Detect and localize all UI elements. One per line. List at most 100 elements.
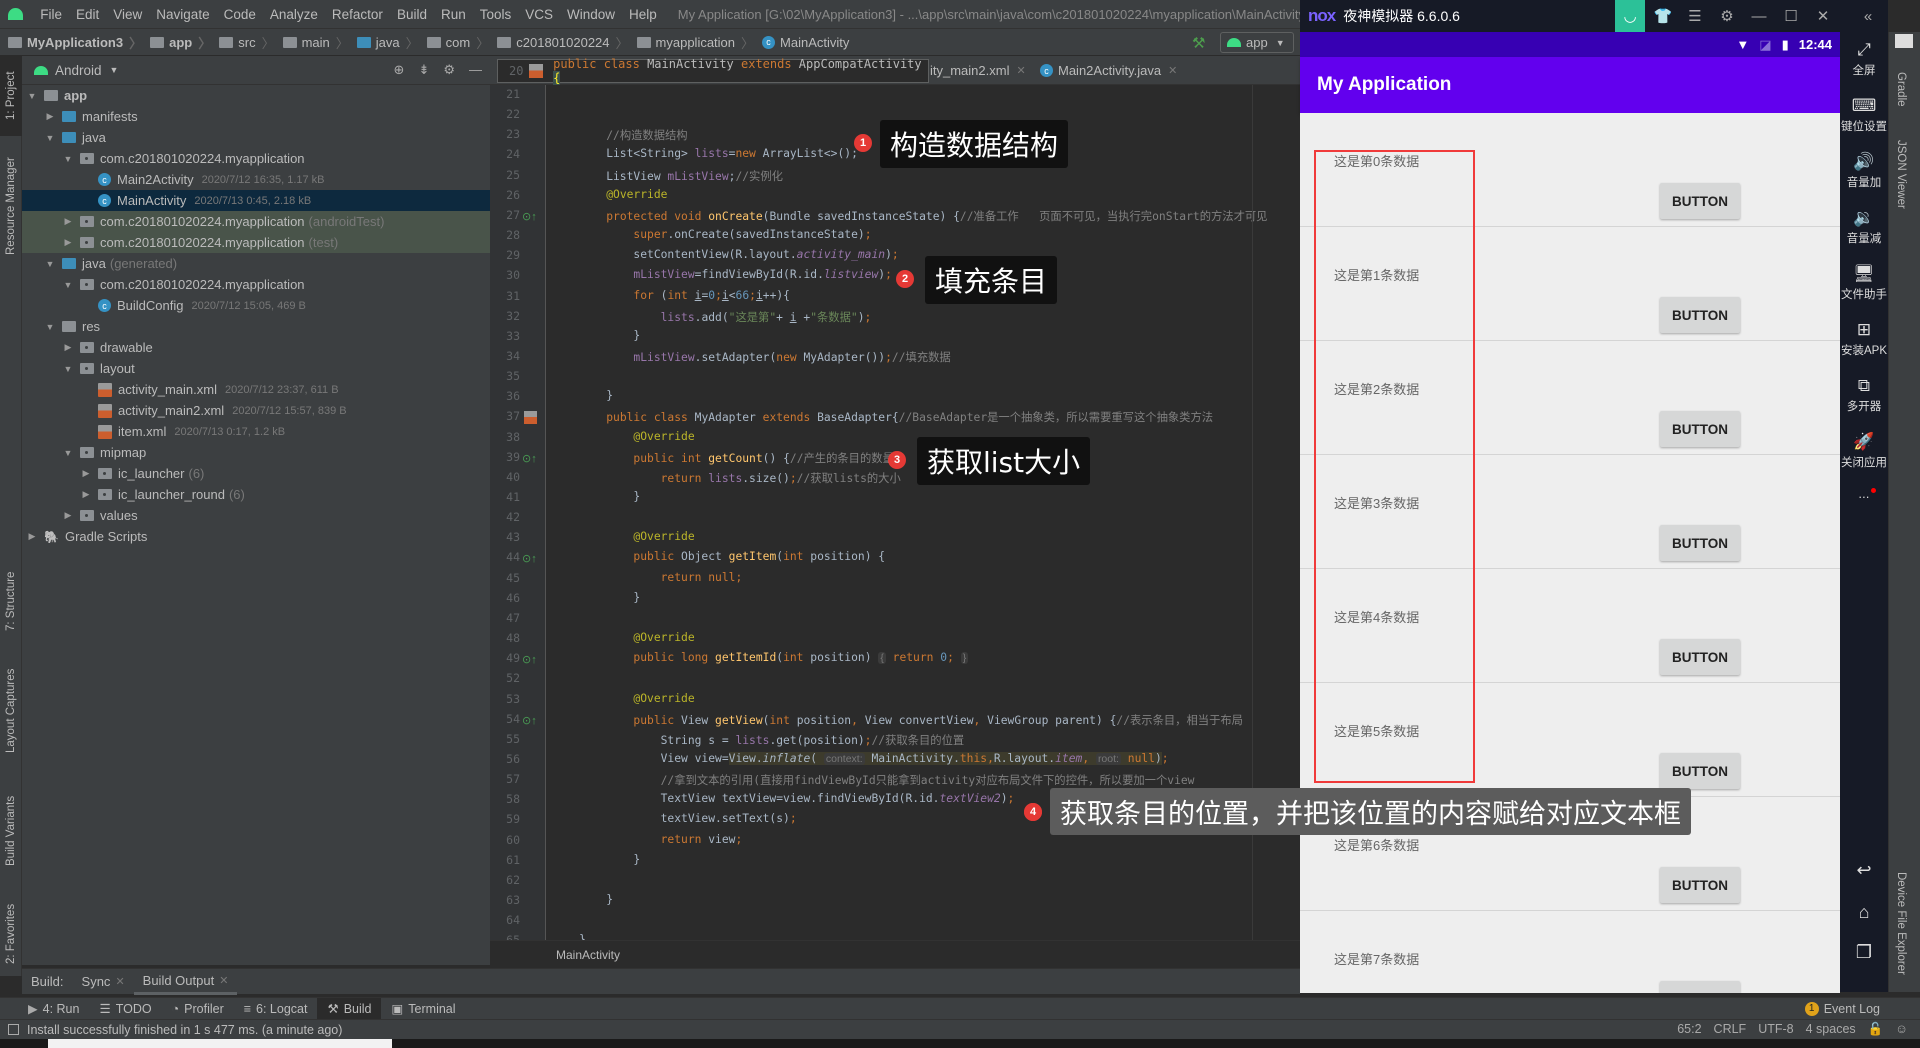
emulator-sidebar-item[interactable]: ⊞ 安装APK (1840, 320, 1888, 358)
emulator-sidebar-item[interactable]: ⧉ 多开器 (1840, 376, 1888, 414)
minimize-icon[interactable]: — (1744, 0, 1774, 32)
settings-gear-icon[interactable]: ⚙ (1712, 0, 1742, 32)
code-line[interactable]: //构造数据结构 (579, 127, 687, 143)
build-hammer-icon[interactable]: ⚒ (1192, 34, 1205, 52)
code-line[interactable]: public class MyAdapter extends BaseAdapt… (579, 409, 1213, 425)
menu-item-tools[interactable]: Tools (473, 7, 519, 22)
expand-down-icon[interactable]: ▼ (44, 322, 56, 332)
event-log-button[interactable]: 1 Event Log (1804, 1001, 1920, 1016)
tab-build-output[interactable]: Build Output ✕ (133, 969, 238, 995)
inspector-icon[interactable]: ☺ (1895, 1022, 1908, 1037)
code-line[interactable]: } (579, 933, 586, 940)
menu-item-run[interactable]: Run (434, 7, 473, 22)
theme-shirt-icon[interactable]: 👕 (1648, 0, 1678, 32)
code-line[interactable]: View view=View.inflate( context: MainAct… (579, 751, 1169, 765)
app-store-icon[interactable]: ◡ (1615, 0, 1645, 32)
emulator-sidebar-item[interactable]: 🚀 关闭应用 (1840, 432, 1888, 470)
breadcrumb-item[interactable]: com 〉 (419, 33, 489, 52)
tree-item[interactable]: ▶ drawable (22, 337, 490, 358)
code-line[interactable]: return lists.size();//获取lists的大小 (579, 470, 901, 486)
sticky-class-header[interactable]: 20 public class MainActivity extends App… (497, 57, 929, 85)
tool-tab-json-viewer[interactable]: JSON Viewer (1895, 140, 1907, 209)
list-item-button[interactable]: BUTTON (1660, 639, 1740, 675)
file-encoding[interactable]: UTF-8 (1758, 1022, 1793, 1037)
tree-item[interactable]: ▶ com.c201801020224.myapplication (android… (22, 211, 490, 232)
run-configuration-select[interactable]: app ▼ (1220, 32, 1294, 53)
tab-sync[interactable]: Sync ✕ (73, 969, 134, 995)
menu-item-code[interactable]: Code (217, 7, 263, 22)
breadcrumb-item[interactable]: app 〉 (142, 33, 211, 52)
expand-right-icon[interactable]: ▶ (80, 489, 92, 500)
tree-item[interactable]: ▼ com.c201801020224.myapplication (22, 274, 490, 295)
close-icon[interactable]: ✕ (219, 974, 228, 987)
gear-icon[interactable]: ⚙ (443, 62, 455, 78)
tree-item[interactable]: ▼ com.c201801020224.myapplication (22, 148, 490, 169)
code-line[interactable]: mListView.setAdapter(new MyAdapter());//… (579, 349, 950, 365)
breadcrumb-item[interactable]: c201801020224 〉 (489, 33, 629, 52)
recents-icon[interactable]: ❐ (1840, 942, 1888, 963)
expand-down-icon[interactable]: ▼ (62, 154, 74, 164)
code-line[interactable]: return null; (579, 571, 743, 584)
tree-item[interactable]: activity_main2.xml 2020/7/12 15:57, 839 B (22, 400, 490, 421)
code-line[interactable]: } (579, 490, 640, 503)
code-line[interactable]: @Override (579, 188, 667, 201)
code-line[interactable]: setContentView(R.layout.activity_main); (579, 248, 898, 261)
expand-right-icon[interactable]: ▶ (62, 510, 74, 521)
maximize-icon[interactable]: ☐ (1776, 0, 1806, 32)
collapse-all-icon[interactable]: ⇟ (418, 62, 429, 78)
code-line[interactable]: return view; (579, 833, 743, 846)
close-icon[interactable]: ✕ (1808, 0, 1838, 32)
editor-breadcrumb-item[interactable]: MainActivity (556, 948, 620, 962)
tree-item[interactable]: ▼ mipmap (22, 442, 490, 463)
menu-item-file[interactable]: File (33, 7, 69, 22)
list-item-button[interactable]: BUTTON (1660, 183, 1740, 219)
tree-item[interactable]: ▶ com.c201801020224.myapplication (test) (22, 232, 490, 253)
indent-setting[interactable]: 4 spaces (1806, 1022, 1856, 1037)
caret-position[interactable]: 65:2 (1677, 1022, 1701, 1037)
list-item-button[interactable]: BUTTON (1660, 981, 1740, 993)
code-line[interactable]: ListView mListView;//实例化 (579, 168, 783, 184)
more-icon[interactable]: ⋯ (1840, 490, 1888, 504)
code-line[interactable]: lists.add("这是第"+ i +"条数据"); (579, 309, 872, 325)
code-line[interactable]: textView.setText(s); (579, 812, 797, 825)
back-icon[interactable]: ↩ (1840, 860, 1888, 881)
tree-item[interactable]: ▶ ic_launcher_round (6) (22, 484, 490, 505)
expand-right-icon[interactable]: ▶ (80, 468, 92, 479)
expand-down-icon[interactable]: ▼ (26, 91, 38, 101)
code-line[interactable]: @Override (579, 430, 694, 443)
list-item[interactable]: 这是第7条数据 BUTTON (1300, 911, 1840, 993)
chevron-down-icon[interactable]: ▼ (110, 65, 119, 75)
menu-icon[interactable]: ☰ (1680, 0, 1710, 32)
code-line[interactable]: } (579, 329, 640, 342)
menu-item-vcs[interactable]: VCS (518, 7, 560, 22)
menu-item-refactor[interactable]: Refactor (325, 7, 390, 22)
tab-activity-main2-xml[interactable]: ity_main2.xml ✕ (930, 56, 1026, 85)
list-item-button[interactable]: BUTTON (1660, 753, 1740, 789)
code-line[interactable]: //拿到文本的引用(直接用findViewById只能拿到activity对应布… (579, 772, 1195, 788)
menu-item-navigate[interactable]: Navigate (149, 7, 216, 22)
tree-item[interactable]: ▶ values (22, 505, 490, 526)
breadcrumb-item[interactable]: myapplication 〉 (629, 33, 754, 52)
override-gutter-icon[interactable]: ⊙↑ (522, 210, 537, 223)
code-line[interactable]: String s = lists.get(position);//获取条目的位置 (579, 732, 965, 748)
project-view-select[interactable]: Android (55, 63, 102, 78)
code-line[interactable]: List<String> lists=new ArrayList<>(); (579, 147, 858, 160)
emulator-sidebar-item[interactable]: 🔊 音量加 (1840, 152, 1888, 190)
breadcrumb-item[interactable]: java 〉 (349, 33, 419, 52)
expand-right-icon[interactable]: ▶ (26, 531, 38, 542)
expand-down-icon[interactable]: ▼ (44, 133, 56, 143)
tool-window-build[interactable]: ⚒ Build (317, 997, 382, 1020)
tool-tab-favorites[interactable]: 2: Favorites (0, 891, 22, 976)
code-line[interactable]: mListView=findViewById(R.id.listview); (579, 268, 892, 281)
tree-item[interactable]: ▼ java (22, 127, 490, 148)
line-separator[interactable]: CRLF (1714, 1022, 1747, 1037)
breadcrumb-item[interactable]: src 〉 (211, 33, 275, 52)
override-gutter-icon[interactable]: ⊙↑ (522, 653, 537, 666)
tool-tab-device-file-explorer[interactable]: Device File Explorer (1895, 872, 1907, 975)
close-icon[interactable]: ✕ (1168, 64, 1177, 77)
emulator-sidebar-item[interactable]: 🔉 音量减 (1840, 208, 1888, 246)
code-line[interactable]: @Override (579, 692, 694, 705)
code-line[interactable]: super.onCreate(savedInstanceState); (579, 228, 871, 241)
list-item-button[interactable]: BUTTON (1660, 525, 1740, 561)
tree-item[interactable]: item.xml 2020/7/13 0:17, 1.2 kB (22, 421, 490, 442)
